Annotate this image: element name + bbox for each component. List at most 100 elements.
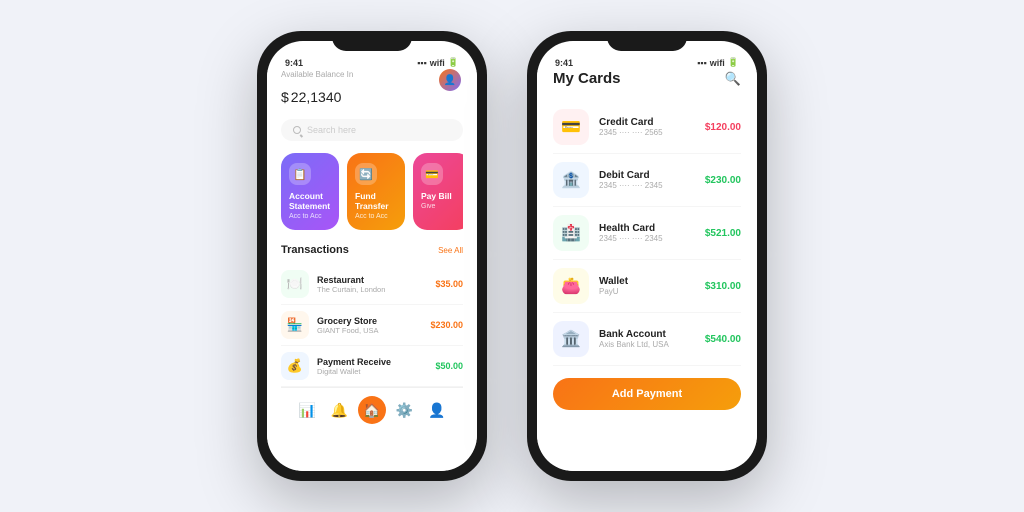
available-label: Available Balance In [281,70,463,79]
debit-card-amount: $230.00 [705,175,741,186]
debit-card-number: 2345 ···· ···· 2345 [599,181,695,190]
health-card-number: 2345 ···· ···· 2345 [599,234,695,243]
card-health[interactable]: 🏥 Health Card 2345 ···· ···· 2345 $521.0… [553,207,741,260]
bank-sub: Axis Bank Ltd, USA [599,340,695,349]
health-card-amount: $521.00 [705,228,741,239]
battery-icon: 🔋 [448,57,459,68]
nav-dashboard[interactable]: 📊 [293,396,321,424]
wallet-name: Wallet [599,276,695,287]
action-card-account-statement[interactable]: 📋 Account Statement Acc to Acc [281,153,339,230]
txn-restaurant-info: Restaurant The Curtain, London [317,275,427,294]
txn-restaurant-sub: The Curtain, London [317,285,427,294]
status-icons-right: ▪▪▪ wifi 🔋 [697,57,739,68]
credit-card-logo: 💳 [553,109,589,145]
credit-card-amount: $120.00 [705,122,741,133]
credit-card-name: Credit Card [599,117,695,128]
account-statement-icon: 📋 [289,163,311,185]
signal-icon-right: ▪▪▪ [697,58,707,68]
search-bar[interactable]: Search here [281,119,463,141]
search-icon [293,126,301,134]
nav-settings[interactable]: ⚙️ [390,396,418,424]
right-header: My Cards 🔍 [553,70,741,87]
phone-left-inner: 9:41 ▪▪▪ wifi 🔋 👤 Available Balance In $… [267,41,477,471]
debit-card-logo: 🏦 [553,162,589,198]
transactions-title: Transactions [281,244,349,256]
debit-card-name: Debit Card [599,170,695,181]
phone-right: 9:41 ▪▪▪ wifi 🔋 My Cards 🔍 💳 Credit Card [527,31,767,481]
status-bar-left: 9:41 ▪▪▪ wifi 🔋 [267,49,477,70]
txn-grocery-icon: 🏪 [281,311,309,339]
bank-name: Bank Account [599,329,695,340]
transactions-header: Transactions See All [281,244,463,256]
health-card-logo: 🏥 [553,215,589,251]
my-cards-title: My Cards [553,70,621,87]
bottom-nav: 📊 🔔 🏠 ⚙️ 👤 [281,387,463,432]
pay-bill-label: Pay Bill [421,191,463,201]
txn-payment-sub: Digital Wallet [317,367,427,376]
search-placeholder: Search here [307,125,356,135]
wallet-sub: PayU [599,287,695,296]
nav-profile[interactable]: 👤 [423,396,451,424]
phone-right-inner: 9:41 ▪▪▪ wifi 🔋 My Cards 🔍 💳 Credit Card [537,41,757,471]
fund-transfer-icon: 🔄 [355,163,377,185]
txn-restaurant-icon: 🍽️ [281,270,309,298]
health-card-info: Health Card 2345 ···· ···· 2345 [599,223,695,243]
txn-restaurant-name: Restaurant [317,275,427,285]
action-card-fund-transfer[interactable]: 🔄 Fund Transfer Acc to Acc [347,153,405,230]
credit-card-info: Credit Card 2345 ···· ···· 2565 [599,117,695,137]
bank-logo: 🏛️ [553,321,589,357]
txn-restaurant: 🍽️ Restaurant The Curtain, London $35.00 [281,264,463,305]
signal-icon: ▪▪▪ [417,58,427,68]
txn-grocery-amount: $230.00 [430,320,463,330]
action-card-pay-bill[interactable]: 💳 Pay Bill Give [413,153,463,230]
wifi-icon: wifi [430,58,445,68]
battery-icon-right: 🔋 [728,57,739,68]
account-statement-sub: Acc to Acc [289,213,331,220]
bank-info: Bank Account Axis Bank Ltd, USA [599,329,695,349]
txn-payment-info: Payment Receive Digital Wallet [317,357,427,376]
see-all-button[interactable]: See All [438,246,463,255]
txn-grocery-info: Grocery Store GIANT Food, USA [317,316,422,335]
txn-payment: 💰 Payment Receive Digital Wallet $50.00 [281,346,463,387]
txn-payment-icon: 💰 [281,352,309,380]
notch-left [332,31,412,51]
action-cards: 📋 Account Statement Acc to Acc 🔄 Fund Tr… [281,153,463,230]
wifi-icon-right: wifi [710,58,725,68]
nav-home[interactable]: 🏠 [358,396,386,424]
avatar[interactable]: 👤 [439,69,461,91]
add-payment-button[interactable]: Add Payment [553,378,741,410]
health-card-name: Health Card [599,223,695,234]
txn-restaurant-amount: $35.00 [435,279,463,289]
txn-grocery: 🏪 Grocery Store GIANT Food, USA $230.00 [281,305,463,346]
wallet-logo: 👛 [553,268,589,304]
time-right: 9:41 [555,58,573,68]
nav-notifications[interactable]: 🔔 [326,396,354,424]
notch-right [607,31,687,51]
status-bar-right: 9:41 ▪▪▪ wifi 🔋 [537,49,757,70]
wallet-info: Wallet PayU [599,276,695,296]
fund-transfer-label: Fund Transfer [355,191,397,211]
txn-payment-amount: $50.00 [435,361,463,371]
txn-grocery-name: Grocery Store [317,316,422,326]
search-icon-right[interactable]: 🔍 [725,71,741,87]
pay-bill-sub: Give [421,203,463,210]
status-icons-left: ▪▪▪ wifi 🔋 [417,57,459,68]
card-bank[interactable]: 🏛️ Bank Account Axis Bank Ltd, USA $540.… [553,313,741,366]
scene: 9:41 ▪▪▪ wifi 🔋 👤 Available Balance In $… [0,0,1024,512]
card-debit[interactable]: 🏦 Debit Card 2345 ···· ···· 2345 $230.00 [553,154,741,207]
credit-card-number: 2345 ···· ···· 2565 [599,128,695,137]
txn-payment-name: Payment Receive [317,357,427,367]
right-content: My Cards 🔍 💳 Credit Card 2345 ···· ···· … [537,70,757,471]
fund-transfer-sub: Acc to Acc [355,213,397,220]
card-wallet[interactable]: 👛 Wallet PayU $310.00 [553,260,741,313]
pay-bill-icon: 💳 [421,163,443,185]
account-statement-label: Account Statement [289,191,331,211]
txn-grocery-sub: GIANT Food, USA [317,326,422,335]
bank-amount: $540.00 [705,334,741,345]
card-credit[interactable]: 💳 Credit Card 2345 ···· ···· 2565 $120.0… [553,101,741,154]
debit-card-info: Debit Card 2345 ···· ···· 2345 [599,170,695,190]
balance-symbol: $ [281,89,289,105]
wallet-amount: $310.00 [705,281,741,292]
balance: $22,1340 [281,81,463,109]
left-content: 👤 Available Balance In $22,1340 Search h… [267,70,477,471]
